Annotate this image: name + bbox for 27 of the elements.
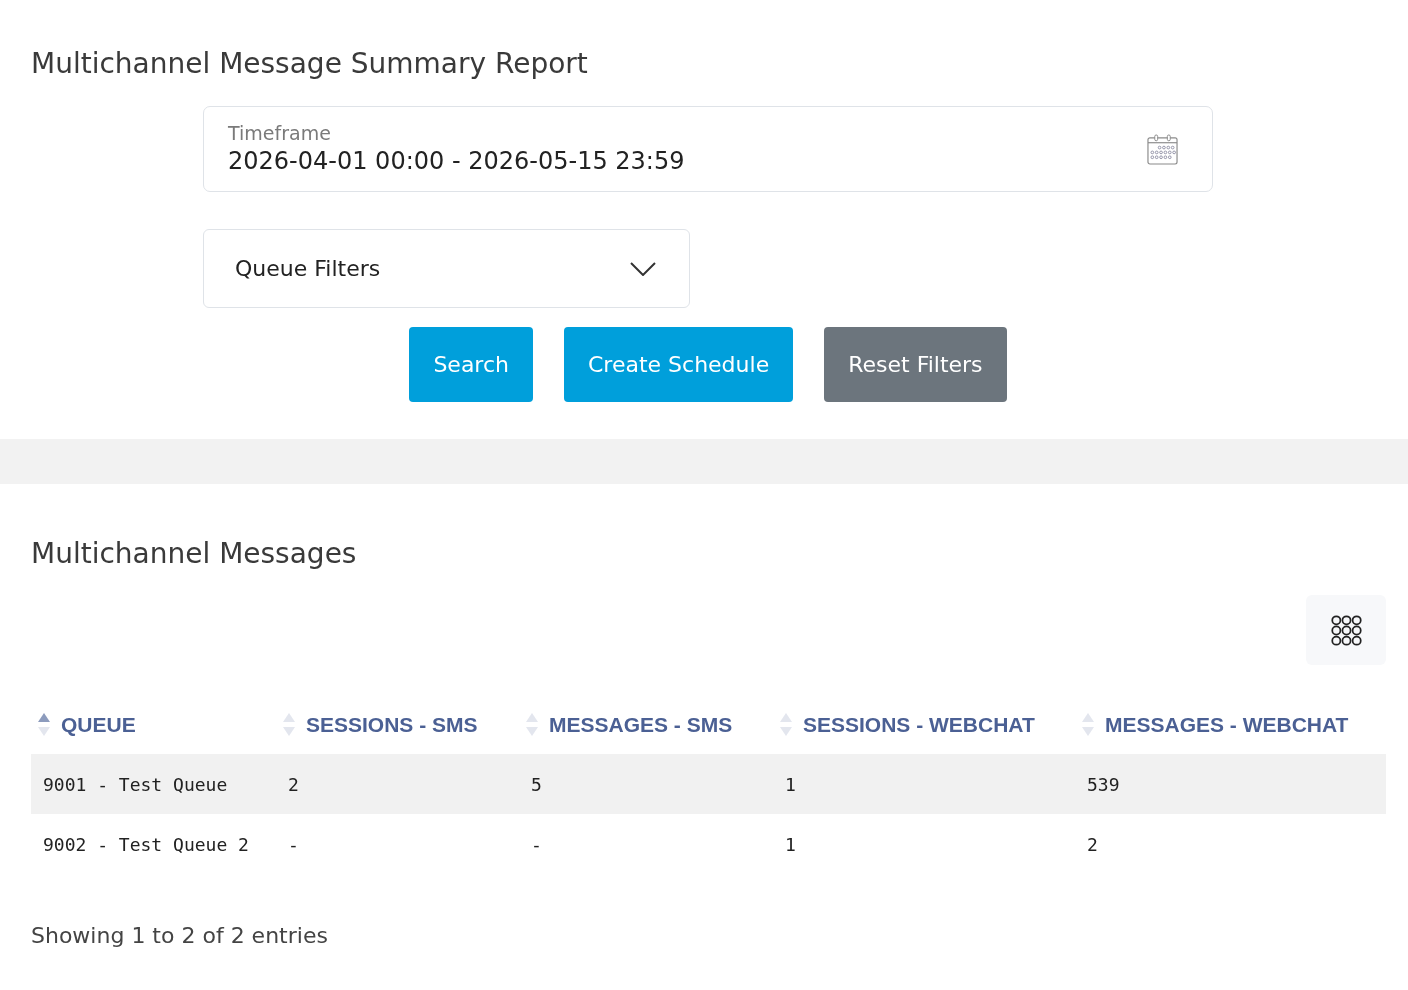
column-header[interactable]: MESSAGES - SMS: [519, 698, 773, 754]
table-cell: 1: [773, 754, 1075, 814]
reset-button[interactable]: Reset Filters: [824, 327, 1007, 402]
calendar-icon[interactable]: [1147, 133, 1178, 165]
table-cell: 1: [773, 814, 1075, 874]
field-value: 2026-04-01 00:00 - 2026-05-15 23:59: [228, 146, 685, 177]
date-range-field[interactable]: Timeframe 2026-04-01 00:00 - 2026-05-15 23:59: [203, 106, 1213, 192]
column-toggle-button[interactable]: [1306, 595, 1386, 665]
table-cell: 5: [519, 754, 773, 814]
column-header[interactable]: SESSIONS - SMS: [276, 698, 519, 754]
section-title: Multichannel Messages: [31, 536, 357, 572]
column-header[interactable]: SESSIONS - WEBCHAT: [773, 698, 1075, 754]
page-title: Multichannel Message Summary Report: [31, 46, 588, 82]
table-cell: 539: [1075, 754, 1386, 814]
table-cell: -: [519, 814, 773, 874]
table-cell: 2: [1075, 814, 1386, 874]
table-cell: -: [276, 814, 519, 874]
column-header[interactable]: QUEUE: [31, 698, 276, 754]
table-info: Showing 1 to 2 of 2 entries: [31, 922, 328, 950]
column-header[interactable]: MESSAGES - WEBCHAT: [1075, 698, 1386, 754]
table-cell: 9001 - Test Queue: [31, 754, 276, 814]
grid-icon: [1330, 614, 1362, 646]
queue-filters-dropdown[interactable]: Queue Filters: [203, 229, 690, 308]
field-label: Timeframe: [228, 121, 331, 145]
chevron-icon: [630, 261, 656, 276]
table-cell: 2: [276, 754, 519, 814]
table-cell: 9002 - Test Queue 2: [31, 814, 276, 874]
